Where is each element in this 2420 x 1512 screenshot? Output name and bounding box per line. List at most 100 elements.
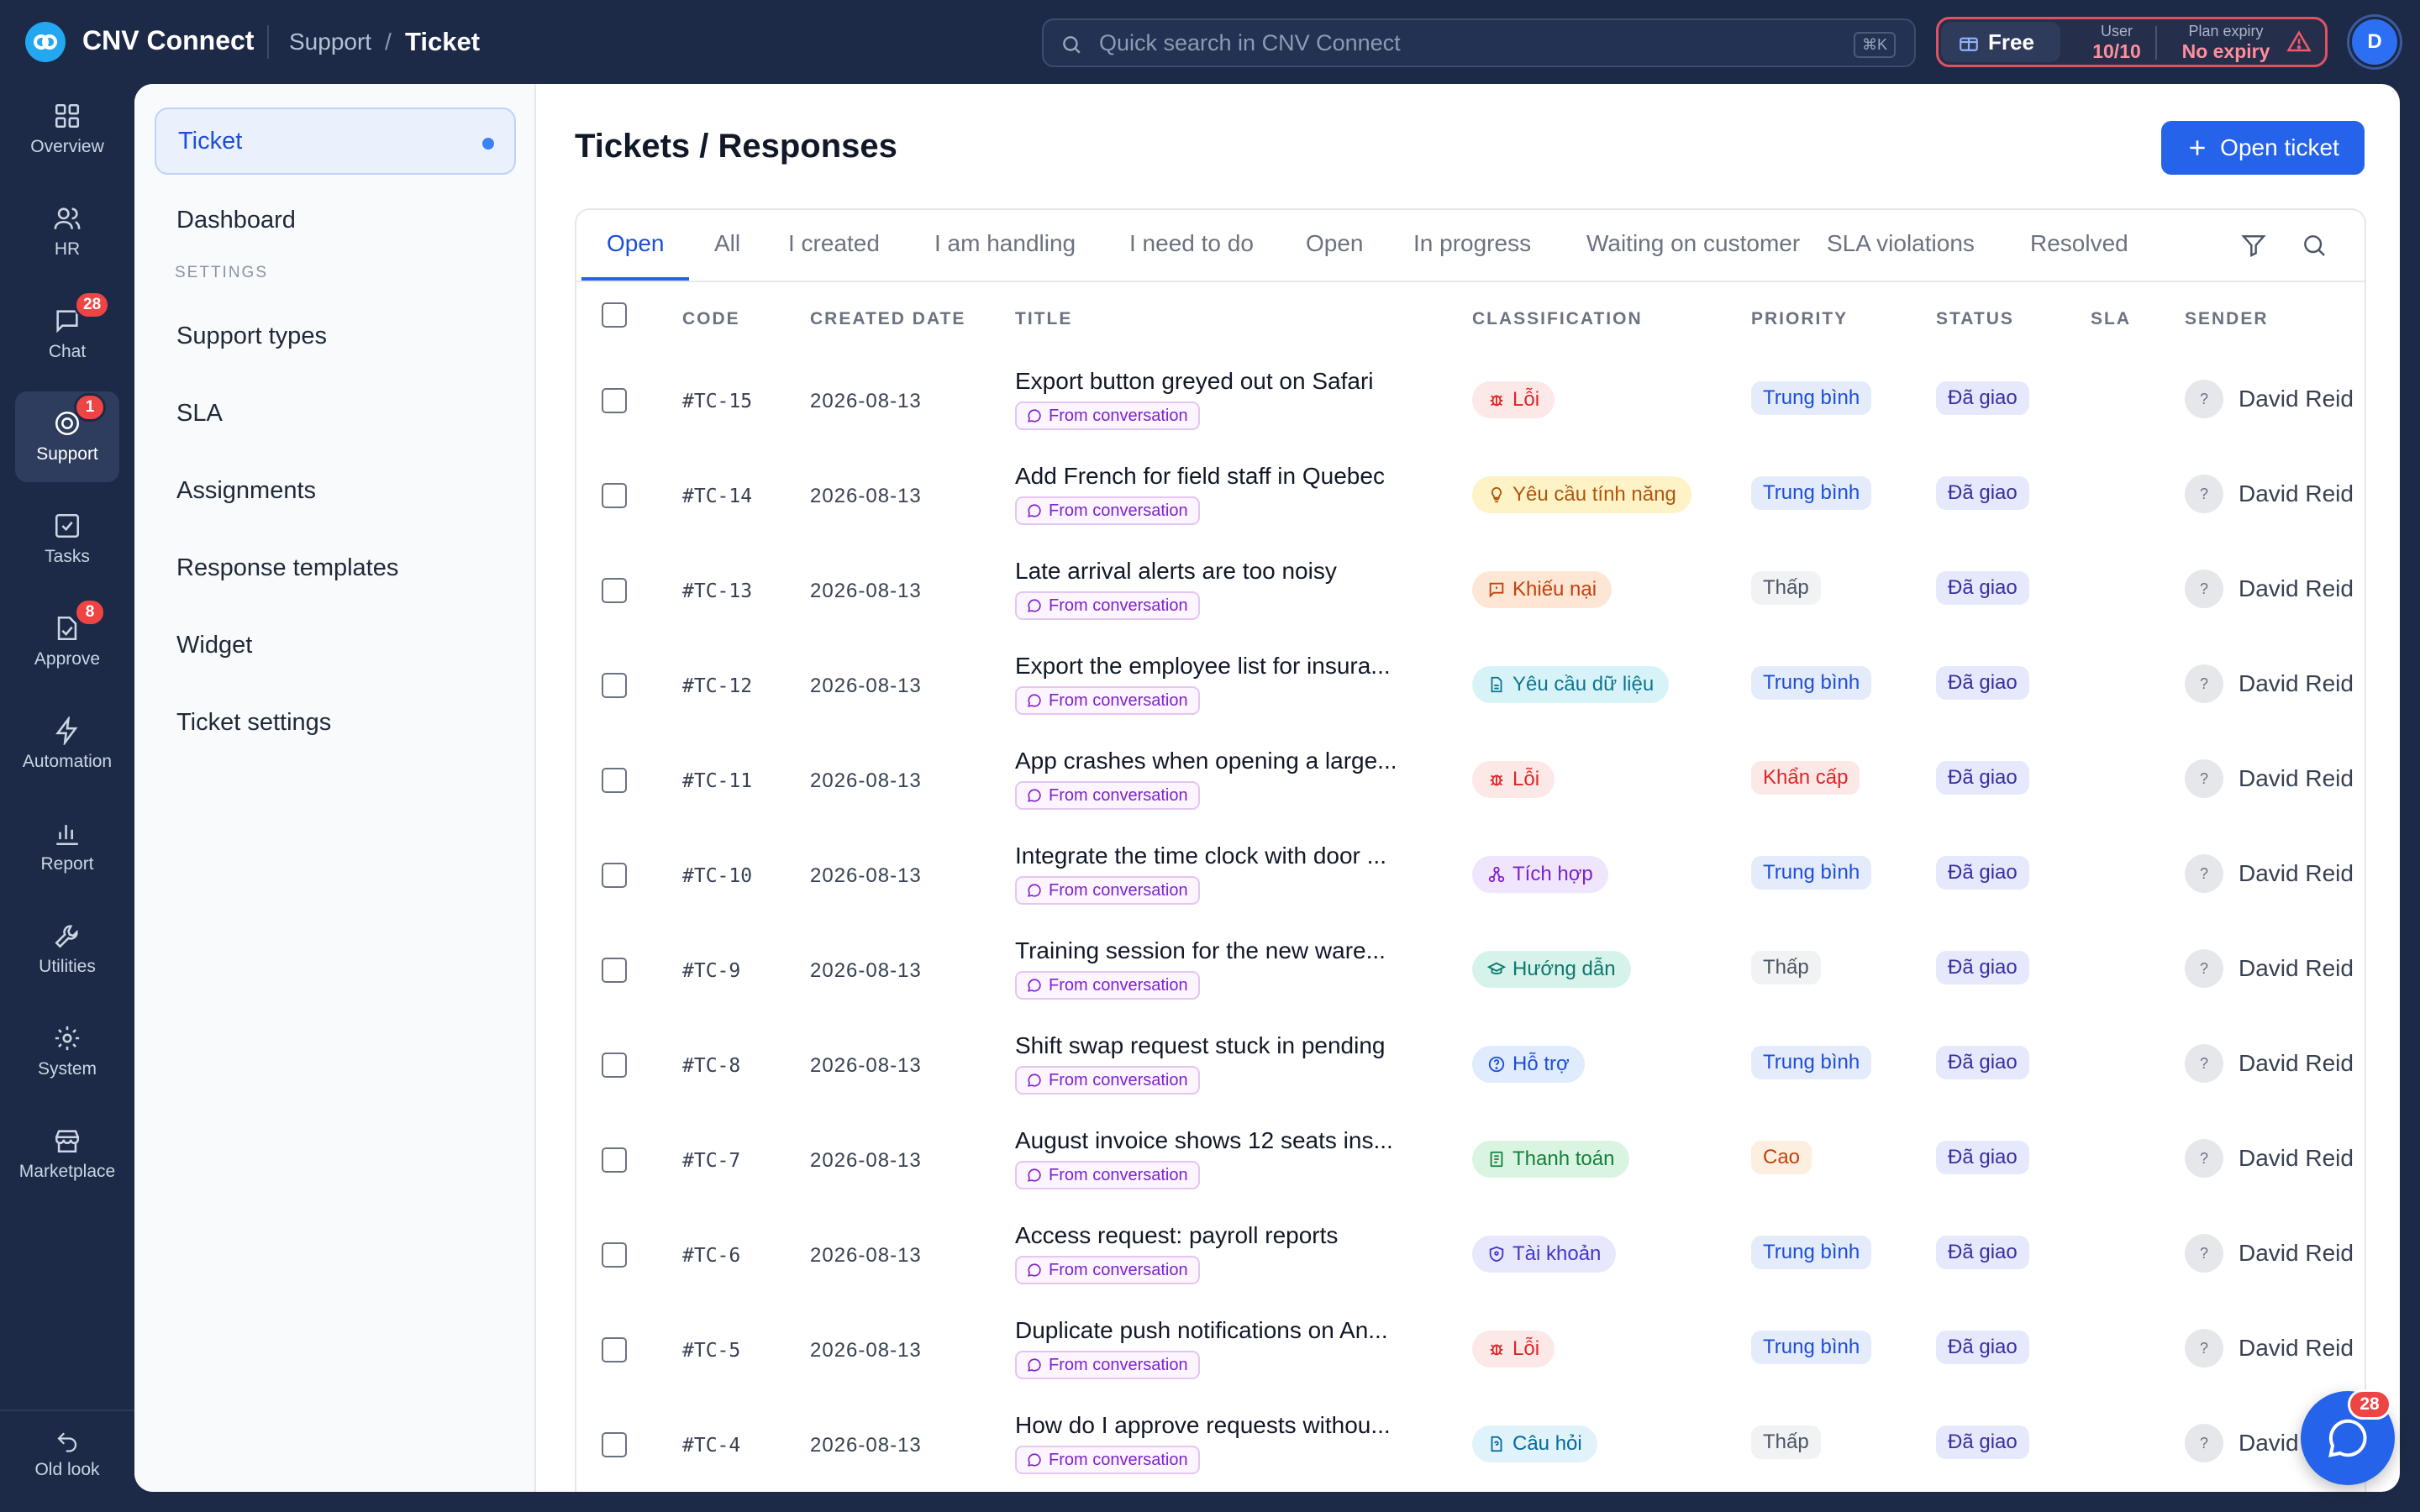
open-ticket-button[interactable]: Open ticket [2161, 121, 2365, 175]
app-logo[interactable] [25, 22, 66, 62]
subnav-item-ticket-settings[interactable]: Ticket settings [155, 689, 516, 756]
nav-hr[interactable]: HR [15, 186, 119, 277]
nav-automation[interactable]: Automation [15, 699, 119, 790]
ticket-title[interactable]: Shift swap request stuck in pending [1015, 1032, 1418, 1059]
tab-i-created[interactable]: I created [788, 230, 880, 257]
nav-support[interactable]: Support 1 [15, 391, 119, 482]
nav-utilities[interactable]: Utilities [15, 904, 119, 995]
row-checkbox[interactable] [602, 483, 627, 508]
column-header[interactable]: TITLE [1015, 309, 1072, 329]
sender[interactable]: ? David [2185, 1424, 2299, 1462]
row-checkbox[interactable] [602, 1242, 627, 1268]
ticket-title[interactable]: How do I approve requests withou... [1015, 1412, 1418, 1439]
ticket-code[interactable]: #TC-11 [682, 770, 752, 792]
row-checkbox[interactable] [602, 1432, 627, 1457]
table-row[interactable]: #TC-9 2026-08-13 Training session for the … [576, 924, 2365, 1019]
table-row[interactable]: #TC-15 2026-08-13 Export button greyed out… [576, 354, 2365, 449]
sender[interactable]: ? David Reid [2185, 759, 2354, 798]
column-header[interactable]: SLA [2091, 309, 2131, 329]
subnav-item-sla[interactable]: SLA [155, 380, 516, 447]
ticket-code[interactable]: #TC-7 [682, 1150, 740, 1172]
tab-open-active[interactable]: Open [607, 230, 665, 257]
row-checkbox[interactable] [602, 768, 627, 793]
sender[interactable]: ? David Reid [2185, 570, 2354, 608]
table-row[interactable]: #TC-10 2026-08-13 Integrate the time clock… [576, 829, 2365, 924]
nav-marketplace[interactable]: Marketplace [15, 1109, 119, 1200]
nav-approve[interactable]: Approve 8 [15, 596, 119, 687]
ticket-title[interactable]: August invoice shows 12 seats ins... [1015, 1127, 1418, 1154]
table-row[interactable]: #TC-12 2026-08-13 Export the employee list… [576, 639, 2365, 734]
avatar[interactable]: D [2349, 17, 2400, 67]
sender[interactable]: ? David Reid [2185, 1139, 2354, 1178]
row-checkbox[interactable] [602, 673, 627, 698]
subnav-item-response-templates[interactable]: Response templates [155, 534, 516, 601]
table-row[interactable]: #TC-4 2026-08-13 How do I approve requests… [576, 1399, 2365, 1492]
breadcrumb-parent[interactable]: Support [289, 29, 371, 55]
ticket-title[interactable]: Export button greyed out on Safari [1015, 368, 1418, 395]
ticket-code[interactable]: #TC-4 [682, 1435, 740, 1457]
sender[interactable]: ? David Reid [2185, 475, 2354, 513]
ticket-title[interactable]: App crashes when opening a large... [1015, 748, 1418, 774]
column-header[interactable]: CLASSIFICATION [1472, 309, 1643, 329]
row-checkbox[interactable] [602, 863, 627, 888]
ticket-code[interactable]: #TC-5 [682, 1340, 740, 1362]
select-all-checkbox[interactable] [602, 302, 627, 328]
table-row[interactable]: #TC-7 2026-08-13 August invoice shows 12 s… [576, 1114, 2365, 1209]
column-header[interactable]: STATUS [1936, 309, 2014, 329]
ticket-code[interactable]: #TC-10 [682, 865, 752, 887]
ticket-code[interactable]: #TC-9 [682, 960, 740, 982]
global-search[interactable]: Quick search in CNV Connect ⌘K [1042, 18, 1916, 67]
ticket-title[interactable]: Training session for the new ware... [1015, 937, 1418, 964]
search-icon[interactable] [2301, 232, 2328, 259]
subnav-item-dashboard[interactable]: Dashboard [155, 186, 516, 254]
ticket-title[interactable]: Integrate the time clock with door ... [1015, 843, 1418, 869]
plan-status[interactable]: Free User 10/10 Plan expiry No expiry [1936, 17, 2328, 67]
sender[interactable]: ? David Reid [2185, 1329, 2354, 1368]
column-header[interactable]: SENDER [2185, 309, 2269, 329]
tab-i-need-to-do[interactable]: I need to do [1129, 230, 1254, 257]
table-row[interactable]: #TC-5 2026-08-13 Duplicate push notificati… [576, 1304, 2365, 1399]
row-checkbox[interactable] [602, 1053, 627, 1078]
ticket-code[interactable]: #TC-12 [682, 675, 752, 697]
tab-open[interactable]: Open [1306, 230, 1364, 257]
tab-in-progress[interactable]: In progress [1413, 230, 1531, 257]
sender[interactable]: ? David Reid [2185, 380, 2354, 418]
tab-all[interactable]: All [714, 230, 740, 257]
ticket-title[interactable]: Late arrival alerts are too noisy [1015, 558, 1418, 585]
tab-waiting-on-customer[interactable]: Waiting on customer [1586, 230, 1800, 257]
column-header[interactable]: CREATED DATE [810, 309, 965, 329]
nav-report[interactable]: Report [15, 801, 119, 892]
table-row[interactable]: #TC-11 2026-08-13 App crashes when opening… [576, 734, 2365, 829]
tab-sla-violations[interactable]: SLA violations [1827, 230, 1975, 257]
subnav-item-assignments[interactable]: Assignments [155, 457, 516, 524]
subnav-item-widget[interactable]: Widget [155, 612, 516, 679]
ticket-title[interactable]: Access request: payroll reports [1015, 1222, 1418, 1249]
sender[interactable]: ? David Reid [2185, 949, 2354, 988]
table-row[interactable]: #TC-13 2026-08-13 Late arrival alerts are … [576, 544, 2365, 639]
ticket-code[interactable]: #TC-8 [682, 1055, 740, 1077]
ticket-code[interactable]: #TC-15 [682, 391, 752, 412]
table-row[interactable]: #TC-6 2026-08-13 Access request: payroll r… [576, 1209, 2365, 1304]
row-checkbox[interactable] [602, 578, 627, 603]
column-header[interactable]: CODE [682, 309, 740, 329]
column-header[interactable]: PRIORITY [1751, 309, 1848, 329]
row-checkbox[interactable] [602, 388, 627, 413]
ticket-code[interactable]: #TC-14 [682, 486, 752, 507]
ticket-title[interactable]: Export the employee list for insura... [1015, 653, 1418, 680]
nav-chat[interactable]: Chat 28 [15, 289, 119, 380]
plan-badge[interactable]: Free [1941, 22, 2060, 62]
nav-system[interactable]: System [15, 1006, 119, 1097]
sender[interactable]: ? David Reid [2185, 664, 2354, 703]
subnav-item-support-types[interactable]: Support types [155, 302, 516, 370]
tab-resolved[interactable]: Resolved [2030, 230, 2128, 257]
old-look-toggle[interactable]: Old look [0, 1428, 134, 1480]
search-input[interactable]: Quick search in CNV Connect [1099, 30, 1401, 56]
ticket-title[interactable]: Add French for field staff in Quebec [1015, 463, 1418, 490]
ticket-code[interactable]: #TC-13 [682, 580, 752, 602]
row-checkbox[interactable] [602, 958, 627, 983]
tab-i-am-handling[interactable]: I am handling [934, 230, 1076, 257]
row-checkbox[interactable] [602, 1337, 627, 1362]
sender[interactable]: ? David Reid [2185, 1234, 2354, 1273]
sender[interactable]: ? David Reid [2185, 1044, 2354, 1083]
nav-overview[interactable]: Overview [15, 84, 119, 175]
